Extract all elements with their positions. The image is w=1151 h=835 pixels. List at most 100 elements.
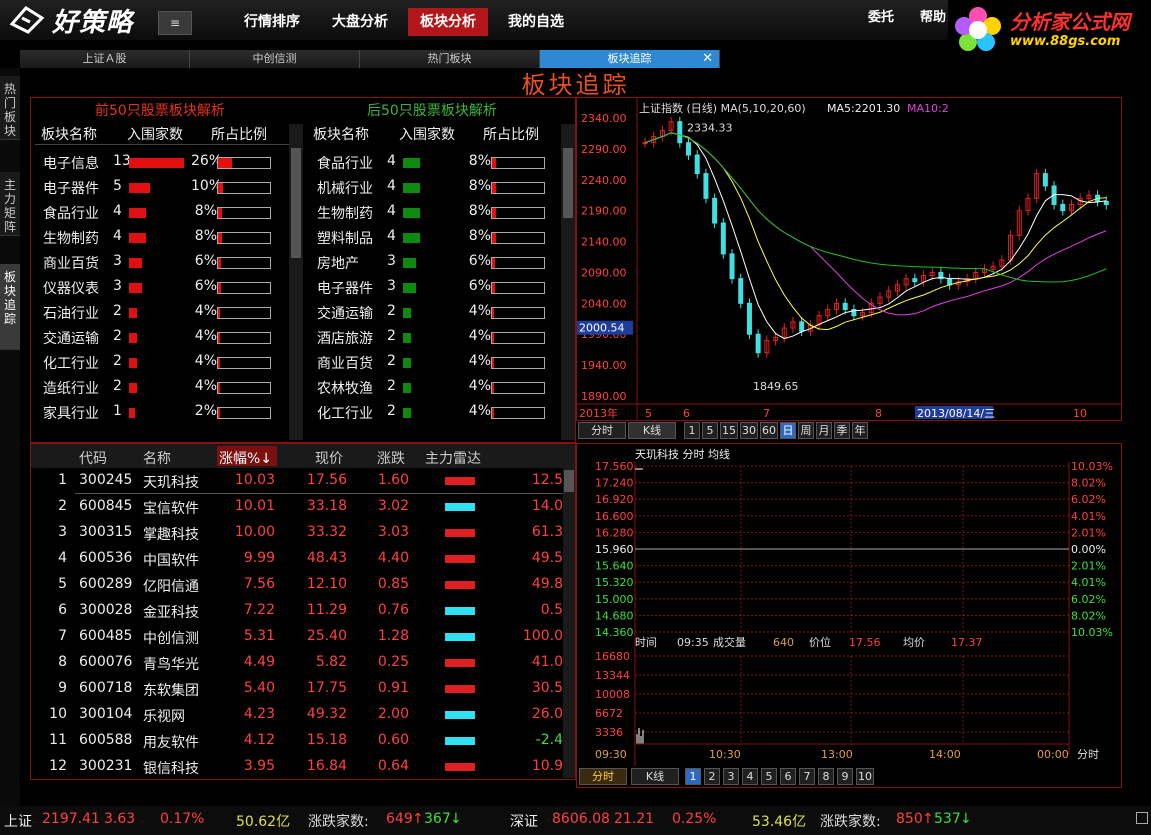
col-price[interactable]: 现价	[315, 448, 343, 468]
kline-period-button[interactable]: 1	[684, 422, 700, 439]
sector-row[interactable]: 食品行业 4 8%	[31, 200, 301, 225]
scroll-thumb[interactable]	[564, 470, 574, 492]
right-scrollbar[interactable]	[561, 124, 575, 440]
table-row[interactable]: 2 600845 宝信软件 10.01 33.18 3.02 14.0	[31, 494, 563, 520]
sector-row[interactable]: 电子器件 3 6%	[305, 275, 575, 300]
stock-page-button[interactable]: 5	[761, 768, 777, 785]
sector-name: 电子信息	[43, 156, 99, 172]
cell-price: 33.18	[306, 498, 347, 514]
order-link[interactable]: 委托	[868, 6, 894, 25]
sector-row[interactable]: 生物制药 4 8%	[305, 200, 575, 225]
count-bar	[403, 308, 411, 318]
table-row[interactable]: 9 600718 东软集团 5.40 17.75 0.91 30.5	[31, 676, 563, 702]
col-ratio: 所占比例	[211, 127, 267, 143]
stock-page-button[interactable]: 1	[685, 768, 701, 785]
table-row[interactable]: 1 300245 天玑科技 10.03 17.56 1.60 12.5	[31, 468, 563, 494]
col-name[interactable]: 名称	[143, 448, 171, 468]
intraday-mode-button[interactable]: 分时	[579, 768, 627, 785]
sector-row[interactable]: 房地产 3 6%	[305, 250, 575, 275]
side-tab-main-matrix[interactable]: 主力矩阵	[0, 172, 20, 236]
kline-period-button[interactable]: K线	[628, 422, 676, 439]
cell-no: 4	[58, 550, 67, 566]
sector-row[interactable]: 仪器仪表 3 6%	[31, 275, 301, 300]
kline-chart[interactable]: 上证指数 (日线) MA(5,10,20,60) MA5:2201.30 MA10:…	[577, 98, 1121, 420]
sector-row[interactable]: 商业百货 3 6%	[31, 250, 301, 275]
intraday-mode-button[interactable]: K线	[631, 768, 679, 785]
sector-row[interactable]: 化工行业 2 4%	[305, 400, 575, 425]
scroll-thumb[interactable]	[563, 148, 573, 218]
col-change-pct-sorted[interactable]: 涨幅%↓	[217, 446, 277, 467]
kline-period-button[interactable]: 日	[780, 422, 796, 439]
cell-diff: 0.64	[377, 758, 409, 774]
sz-percent: 0.25%	[672, 811, 717, 827]
table-row[interactable]: 12 300231 银信科技 3.95 16.84 0.64 10.9	[31, 754, 563, 780]
help-link[interactable]: 帮助	[920, 6, 946, 25]
cell-name: 宝信软件	[143, 501, 199, 517]
table-row[interactable]: 8 600076 青鸟华光 4.49 5.82 0.25 41.0	[31, 650, 563, 676]
table-scrollbar[interactable]	[563, 468, 575, 778]
sector-row[interactable]: 电子器件 5 10%	[31, 175, 301, 200]
count-bar	[129, 283, 142, 293]
scroll-thumb[interactable]	[291, 148, 301, 258]
sector-row[interactable]: 生物制药 4 8%	[31, 225, 301, 250]
kline-period-button[interactable]: 年	[852, 422, 868, 439]
stock-page-button[interactable]: 6	[780, 768, 796, 785]
col-code[interactable]: 代码	[79, 448, 107, 468]
table-row[interactable]: 3 300315 掌趣科技 10.00 33.32 3.03 61.3	[31, 520, 563, 546]
candle	[738, 278, 744, 304]
kline-period-button[interactable]: 5	[702, 422, 718, 439]
kline-period-button[interactable]: 60	[760, 422, 778, 439]
table-row[interactable]: 7 600485 中创信测 5.31 25.40 1.28 100.0	[31, 624, 563, 650]
kline-period-button[interactable]: 15	[720, 422, 738, 439]
sector-ratio: 10%	[191, 178, 223, 194]
ratio-fill	[218, 283, 221, 293]
stock-page-button[interactable]: 10	[856, 768, 874, 785]
table-row[interactable]: 4 600536 中国软件 9.99 48.43 4.40 49.5	[31, 546, 563, 572]
kline-period-button[interactable]: 30	[740, 422, 758, 439]
left-scrollbar[interactable]	[289, 124, 303, 440]
kline-period-button[interactable]: 分时	[578, 422, 626, 439]
sector-row[interactable]: 农林牧渔 2 4%	[305, 375, 575, 400]
sector-name: 交通运输	[43, 331, 99, 347]
sector-ratio: 4%	[194, 328, 217, 344]
stock-page-button[interactable]: 3	[723, 768, 739, 785]
cell-no: 2	[58, 498, 67, 514]
nav-my-watchlist[interactable]: 我的自选	[496, 8, 576, 36]
kline-period-button[interactable]: 周	[798, 422, 814, 439]
sector-row[interactable]: 商业百货 2 4%	[305, 350, 575, 375]
ratio-bar	[217, 157, 271, 169]
col-main-radar[interactable]: 主力雷达	[425, 448, 481, 468]
nav-market-analysis[interactable]: 大盘分析	[320, 8, 400, 36]
col-diff[interactable]: 涨跌	[377, 448, 405, 468]
sector-row[interactable]: 化工行业 2 4%	[31, 350, 301, 375]
radar-bar	[445, 633, 475, 641]
sector-row[interactable]: 石油行业 2 4%	[31, 300, 301, 325]
table-row[interactable]: 10 300104 乐视网 4.23 49.32 2.00 26.0	[31, 702, 563, 728]
window-icon[interactable]	[1136, 812, 1148, 824]
sector-row[interactable]: 造纸行业 2 4%	[31, 375, 301, 400]
nav-sector-analysis[interactable]: 板块分析	[408, 8, 488, 36]
sector-row[interactable]: 交通运输 2 4%	[305, 300, 575, 325]
table-row[interactable]: 5 600289 亿阳信通 7.56 12.10 0.85 49.8	[31, 572, 563, 598]
menu-button[interactable]: ≡	[158, 11, 192, 35]
sector-row[interactable]: 酒店旅游 2 4%	[305, 325, 575, 350]
sector-row[interactable]: 食品行业 4 8%	[305, 150, 575, 175]
stock-page-button[interactable]: 7	[799, 768, 815, 785]
nav-market-sort[interactable]: 行情排序	[232, 8, 312, 36]
sector-row[interactable]: 塑料制品 4 8%	[305, 225, 575, 250]
sector-row[interactable]: 交通运输 2 4%	[31, 325, 301, 350]
intraday-chart[interactable]: 天玑科技 分时 均线17.560 10.03% 17.240 8.02% 16.920 6…	[577, 444, 1121, 766]
table-row[interactable]: 11 600588 用友软件 4.12 15.18 0.60 -2.4	[31, 728, 563, 754]
stock-page-button[interactable]: 2	[704, 768, 720, 785]
ratio-fill	[492, 258, 495, 268]
table-row[interactable]: 6 300028 金亚科技 7.22 11.29 0.76 0.5	[31, 598, 563, 624]
stock-page-button[interactable]: 9	[837, 768, 853, 785]
sector-row[interactable]: 机械行业 4 8%	[305, 175, 575, 200]
kline-period-button[interactable]: 月	[816, 422, 832, 439]
kline-period-button[interactable]: 季	[834, 422, 850, 439]
side-tab-sector-tracking[interactable]: 板块追踪	[0, 264, 20, 350]
sector-row[interactable]: 电子信息 13 26%	[31, 150, 301, 175]
stock-page-button[interactable]: 8	[818, 768, 834, 785]
stock-page-button[interactable]: 4	[742, 768, 758, 785]
sector-row[interactable]: 家具行业 1 2%	[31, 400, 301, 425]
